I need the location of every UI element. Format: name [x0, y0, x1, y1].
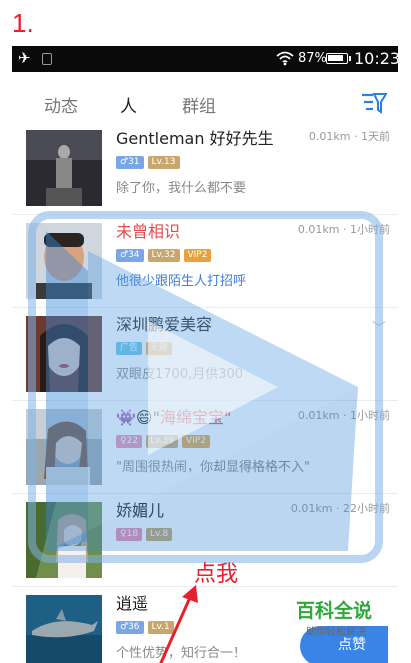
avatar-photo	[26, 223, 102, 299]
age-value: 18	[126, 529, 139, 539]
gender-age-badge: ♂36	[116, 621, 144, 634]
distance-time: 0.01km · 1天前	[308, 130, 390, 143]
user-row[interactable]: Gentleman 好好先生 0.01km · 1天前 ♂31 Lv.13 除了…	[12, 122, 398, 215]
gender-symbol: ♂	[120, 622, 129, 632]
user-name: 👾😄"海绵宝宝"	[116, 404, 231, 428]
user-name: 娇媚儿	[116, 501, 165, 520]
clock: 10:23	[354, 49, 398, 68]
user-row[interactable]: 👾😄"海绵宝宝" 0.01km · 1小时前 ♀22 Lv.39 VIP2 "周…	[12, 401, 398, 494]
avatar-photo	[26, 409, 102, 485]
ad-badge: 广告	[116, 342, 143, 355]
emoji-prefix: 👾😄"	[116, 408, 160, 427]
level-badge: Lv.8	[146, 528, 173, 541]
avatar-photo	[26, 316, 102, 392]
user-signature: 他很少跟陌生人打招呼	[116, 274, 247, 289]
baike-watermark: 百科全说 助你轻松解决	[296, 596, 372, 638]
user-name: 未曾相识	[116, 222, 181, 241]
avatar-photo	[26, 502, 102, 578]
annotation-arrow-icon	[159, 585, 198, 663]
tag-badge: 无趣	[146, 342, 173, 355]
badges: ♀22 Lv.39 VIP2	[116, 435, 210, 449]
age-value: 22	[126, 436, 139, 446]
badges: ♂34 Lv.32 VIP2	[116, 249, 212, 263]
user-signature: "周围很热闹，你却显得格格不入"	[116, 460, 310, 475]
user-signature: 除了你，我什么都不要	[116, 181, 247, 196]
user-name: 逍遥	[116, 594, 149, 613]
badges: ♀18 Lv.8	[116, 528, 173, 542]
vip-badge: VIP2	[183, 249, 212, 262]
tab-dynamics[interactable]: 动态	[44, 92, 78, 117]
airplane-mode-icon: ✈	[18, 49, 31, 67]
battery-icon	[326, 53, 351, 64]
level-badge: Lv.39	[146, 435, 179, 448]
age-value: 31	[128, 157, 140, 167]
distance-time: 0.01km · 1小时前	[297, 223, 390, 236]
name-suffix: "	[223, 408, 232, 427]
user-row[interactable]: 深圳鹏爱美容 ﹀ 广告 无趣 双眼皮1700,月供300	[12, 308, 398, 401]
avatar-photo	[26, 130, 102, 206]
vip-badge: VIP2	[182, 435, 210, 448]
gender-age-badge: ♂31	[116, 156, 144, 169]
user-name-text: 海绵宝宝	[159, 408, 224, 427]
user-name: 深圳鹏爱美容	[116, 315, 213, 334]
gender-symbol: ♂	[120, 250, 129, 260]
badges: ♂31 Lv.13	[116, 156, 180, 170]
wifi-icon	[276, 51, 294, 66]
distance-time: 0.01km · 22小时前	[290, 502, 390, 515]
gender-symbol: ♀	[120, 436, 127, 446]
battery-percent: 87%	[298, 51, 327, 66]
distance-time: 0.01km · 1小时前	[297, 409, 390, 422]
watermark-subtitle: 助你轻松解决	[306, 627, 366, 638]
level-badge: Lv.32	[147, 249, 180, 262]
chevron-down-icon[interactable]: ﹀	[372, 318, 386, 338]
gender-age-badge: ♀22	[116, 435, 143, 448]
gender-symbol: ♀	[120, 529, 127, 539]
gender-age-badge: ♂34	[116, 249, 144, 262]
user-row[interactable]: 未曾相识 0.01km · 1小时前 ♂34 Lv.32 VIP2 他很少跟陌生…	[12, 215, 398, 308]
tab-groups[interactable]: 群组	[182, 92, 216, 117]
avatar-photo	[26, 595, 102, 663]
gender-age-badge: ♀18	[116, 528, 143, 541]
watermark-title: 百科全说	[296, 600, 373, 622]
click-here-annotation: 点我	[194, 562, 239, 587]
user-signature: 双眼皮1700,月供300	[116, 367, 244, 382]
tab-people[interactable]: 人	[120, 92, 137, 117]
age-value: 36	[128, 622, 140, 632]
notification-icon	[42, 53, 52, 65]
level-badge: Lv.13	[147, 156, 180, 169]
badges: 广告 无趣	[116, 342, 173, 356]
age-value: 34	[128, 250, 140, 260]
step-number: 1.	[12, 8, 34, 38]
user-name: Gentleman 好好先生	[116, 129, 274, 148]
status-bar: ✈ 87% 10:23	[12, 46, 398, 72]
filter-icon[interactable]	[361, 92, 387, 114]
gender-symbol: ♂	[120, 157, 129, 167]
